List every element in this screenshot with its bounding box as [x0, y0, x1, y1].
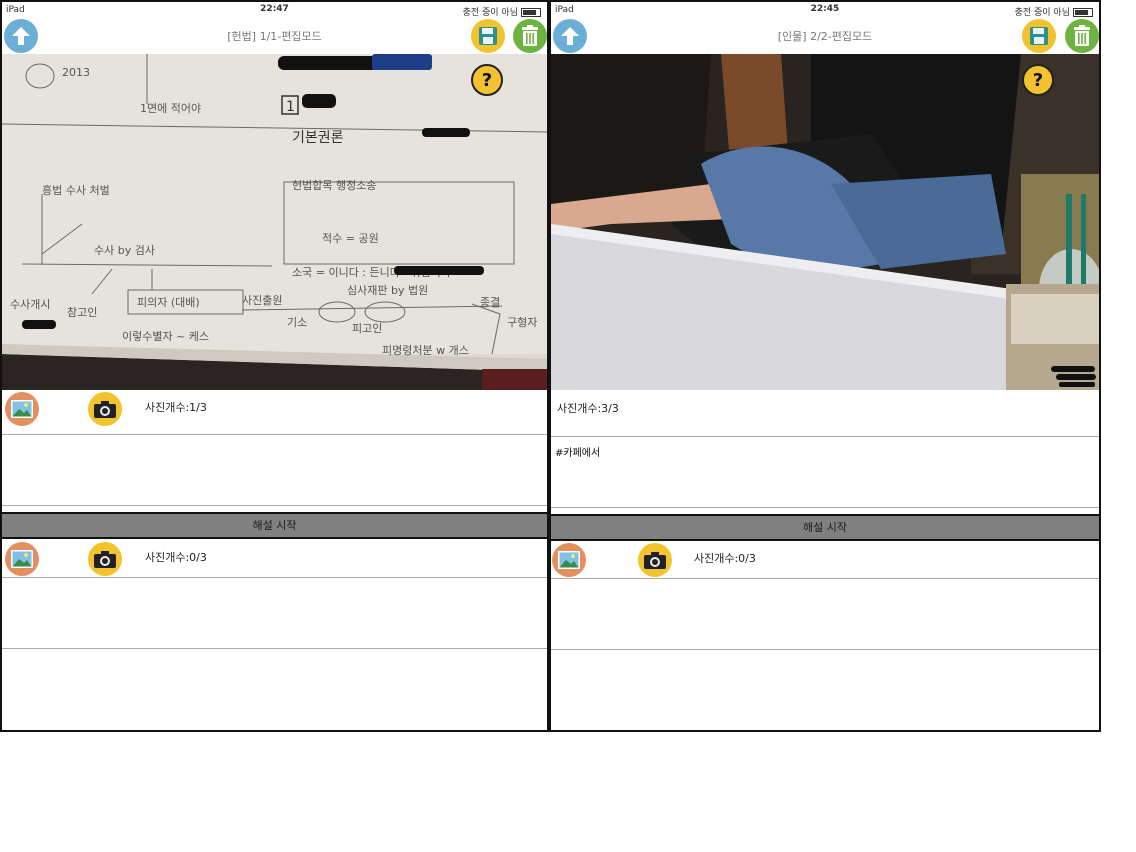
svg-text:기본권론: 기본권론	[292, 130, 344, 146]
explanation-start-bar[interactable]: 해설 시작	[551, 514, 1099, 541]
explanation-gallery-button[interactable]	[552, 543, 586, 577]
upload-arrow-icon	[561, 27, 579, 45]
question-text-input[interactable]	[2, 434, 547, 506]
explanation-text-input[interactable]	[2, 577, 547, 649]
question-photo[interactable]	[551, 54, 1099, 390]
explanation-text-input[interactable]	[551, 578, 1099, 650]
battery-text: 충전 중이 아님	[1014, 8, 1070, 18]
svg-text:1: 1	[286, 99, 295, 115]
gallery-button[interactable]	[5, 392, 39, 426]
explanation-photo-count: 사진개수:0/3	[145, 551, 207, 564]
help-question-icon[interactable]: ?	[1022, 64, 1054, 96]
delete-button[interactable]	[1065, 19, 1099, 53]
svg-text:피고인: 피고인	[352, 322, 382, 335]
save-floppy-icon	[1030, 27, 1048, 45]
gallery-image-icon	[11, 400, 33, 418]
status-bar: iPad 22:47 충전 중이 아님	[2, 2, 547, 18]
svg-text:사진출원: 사진출원	[242, 294, 282, 307]
trash-icon	[522, 25, 538, 46]
question-photo-count: 사진개수:3/3	[557, 402, 619, 415]
upload-button[interactable]	[553, 19, 587, 53]
battery-icon	[521, 8, 541, 17]
explanation-camera-button[interactable]	[88, 542, 122, 576]
battery-status: 충전 중이 아님	[1015, 5, 1093, 18]
camera-button[interactable]	[88, 392, 122, 426]
cafe-photo-image	[551, 54, 1099, 390]
explanation-camera-button[interactable]	[638, 543, 672, 577]
explanation-gallery-button[interactable]	[5, 542, 39, 576]
svg-text:수사개시: 수사개시	[10, 298, 50, 311]
page-title: [인물] 2/2-편집모드	[777, 30, 873, 43]
save-floppy-icon	[479, 27, 497, 45]
camera-icon	[644, 551, 666, 569]
nav-bar: [인물] 2/2-편집모드	[551, 18, 1099, 54]
gallery-image-icon	[11, 550, 33, 568]
page-title: [헌법] 1/1-편집모드	[227, 30, 322, 43]
svg-text:구형자: 구형자	[507, 316, 537, 329]
svg-text:종결: 종결	[480, 296, 500, 309]
upload-arrow-icon	[12, 27, 30, 45]
svg-text:피명령처분 w 개스: 피명령처분 w 개스	[382, 344, 469, 357]
svg-text:헌법합목 행정소송: 헌법합목 행정소송	[292, 179, 376, 192]
svg-text:심사재판 by 법원: 심사재판 by 법원	[347, 284, 428, 297]
svg-text:흥법 수사 처벌: 흥법 수사 처벌	[42, 183, 110, 197]
svg-text:기소: 기소	[287, 316, 307, 329]
left-editor-screen: iPad 22:47 충전 중이 아님 [헌법] 1/1-편집모드 2013 1…	[0, 0, 549, 732]
svg-text:2013: 2013	[62, 66, 90, 79]
explanation-photo-count: 사진개수:0/3	[694, 552, 756, 565]
gallery-image-icon	[558, 551, 580, 569]
battery-text: 충전 중이 아님	[462, 8, 518, 18]
nav-bar: [헌법] 1/1-편집모드	[2, 18, 547, 54]
save-button[interactable]	[1022, 19, 1056, 53]
question-photo[interactable]: 2013 1면에 적어야 기본권론 헌법합목 행정소송 흥법 수사 처벌 수사 …	[2, 54, 547, 390]
delete-button[interactable]	[513, 19, 547, 53]
question-text-input[interactable]: #카페에서	[551, 436, 1099, 508]
trash-icon	[1074, 25, 1090, 46]
camera-icon	[94, 400, 116, 418]
status-bar: iPad 22:45 충전 중이 아님	[551, 2, 1099, 18]
svg-text:1면에 적어야: 1면에 적어야	[140, 102, 201, 115]
question-photo-count: 사진개수:1/3	[145, 401, 207, 414]
svg-text:참고인: 참고인	[67, 306, 97, 319]
svg-text:수사 by 검사: 수사 by 검사	[94, 244, 155, 257]
help-question-icon[interactable]: ?	[471, 64, 503, 96]
upload-button[interactable]	[4, 19, 38, 53]
battery-status: 충전 중이 아님	[463, 5, 541, 18]
svg-text:적수 = 공원: 적수 = 공원	[322, 232, 379, 245]
camera-icon	[94, 550, 116, 568]
svg-text:피의자 (대배): 피의자 (대배)	[137, 296, 200, 309]
svg-text:이렇수별자 ~ 케스: 이렇수별자 ~ 케스	[122, 330, 209, 343]
save-button[interactable]	[471, 19, 505, 53]
notebook-photo-image: 2013 1면에 적어야 기본권론 헌법합목 행정소송 흥법 수사 처벌 수사 …	[2, 54, 547, 390]
explanation-start-bar[interactable]: 해설 시작	[2, 512, 547, 539]
right-editor-screen: iPad 22:45 충전 중이 아님 [인물] 2/2-편집모드 ? 사진개수…	[549, 0, 1101, 732]
battery-icon	[1073, 8, 1093, 17]
